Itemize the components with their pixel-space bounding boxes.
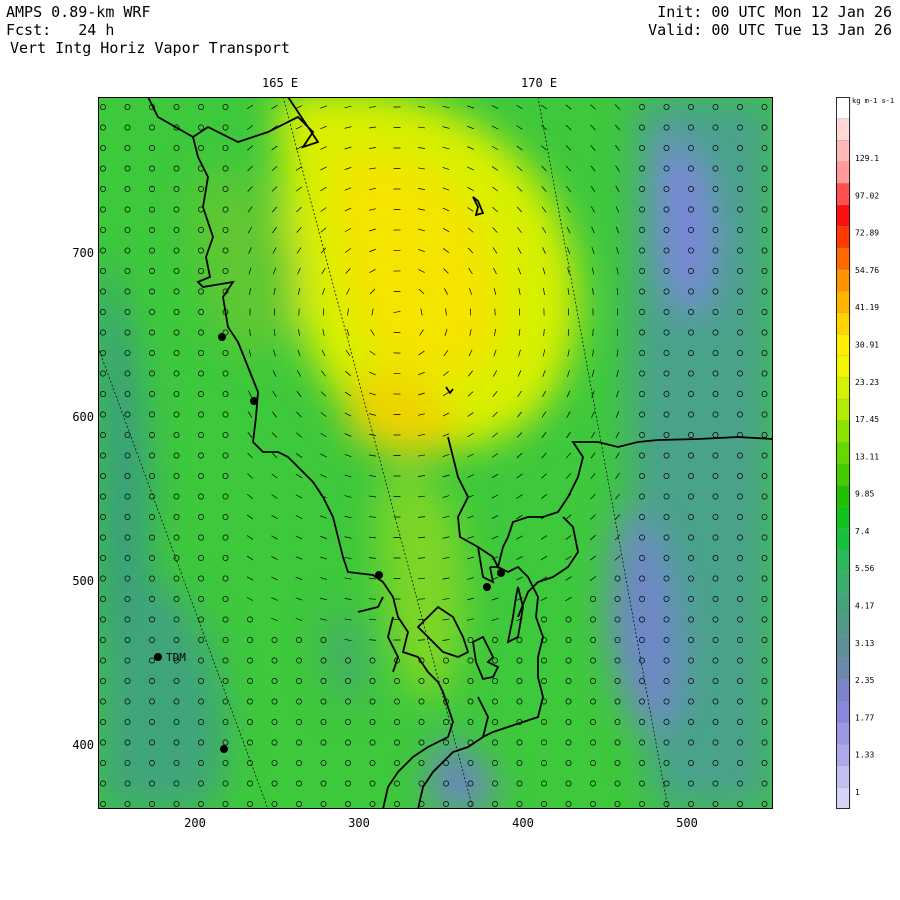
colorbar-swatch [836,614,851,638]
init-time: Init: 00 UTC Mon 12 Jan 26 [657,3,892,21]
colorbar-swatch [836,442,851,465]
colorbar-label: 13.11 [855,452,879,461]
colorbar-label: 1 [855,788,860,797]
colorbar-swatch [836,700,851,724]
vapor-transport-map: TDM [98,97,773,809]
colorbar-swatch [836,571,851,594]
station-marker [220,745,228,753]
colorbar-swatch [836,636,851,659]
x-tick-300: 300 [348,816,370,830]
header-right: Init: 00 UTC Mon 12 Jan 26 Valid: 00 UTC … [648,3,892,39]
lon-label-170e: 170 E [521,76,558,90]
colorbar-label: 3.13 [855,639,874,648]
colorbar-swatches [836,97,851,809]
colorbar-label: 41.19 [855,303,879,312]
y-tick-400: 400 [72,738,94,752]
valid-time: Valid: 00 UTC Tue 13 Jan 26 [648,21,892,39]
colorbar-swatch [836,161,851,184]
colorbar-swatch [836,485,851,508]
y-tick-600: 600 [72,410,94,424]
colorbar-swatch [836,765,851,789]
colorbar-swatch [836,722,851,745]
colorbar-swatch [836,140,851,163]
colorbar-swatch [836,204,851,228]
colorbar-label: 7.4 [855,527,870,536]
colorbar-label: 5.56 [855,564,874,573]
station-marker-tdm [154,653,162,661]
colorbar-label: 17.45 [855,415,879,424]
colorbar-swatch [836,226,851,249]
station-label-tdm: TDM [166,651,186,664]
colorbar-swatch [836,312,851,335]
colorbar-swatch [836,118,851,141]
y-tick-700: 700 [72,246,94,260]
colorbar-swatch [836,269,851,292]
colorbar-label: 2.35 [855,676,874,685]
colorbar-swatch [836,420,851,443]
colorbar-swatch [836,679,851,702]
colorbar-swatch [836,291,851,314]
colorbar: kg m-1 s-1 129.1 97.02 72.89 54.76 41.19 30.9… [836,97,894,809]
lon-label-165e: 165 E [262,76,299,90]
colorbar-label: 4.17 [855,602,874,611]
x-tick-400: 400 [512,816,534,830]
station-marker [218,333,226,341]
colorbar-label: 1.77 [855,713,874,722]
colorbar-swatch [836,398,851,422]
colorbar-swatch [836,377,851,400]
colorbar-swatch [836,506,851,530]
colorbar-label: 1.33 [855,751,874,760]
colorbar-label: 72.89 [855,229,879,238]
colorbar-swatch [836,97,851,120]
colorbar-swatch [836,744,851,767]
forecast-hour: Fcst: 24 h [6,21,115,39]
x-tick-500: 500 [676,816,698,830]
colorbar-label: 97.02 [855,191,879,200]
colorbar-swatch [836,183,851,206]
x-tick-200: 200 [184,816,206,830]
colorbar-swatch [836,528,851,551]
colorbar-units: kg m-1 s-1 [852,97,894,105]
colorbar-swatch [836,787,851,809]
colorbar-label: 30.91 [855,340,879,349]
colorbar-swatch [836,247,851,271]
colorbar-swatch [836,463,851,487]
station-marker [375,571,383,579]
station-marker [250,397,258,405]
colorbar-swatch [836,657,851,681]
colorbar-label: 23.23 [855,378,879,387]
colorbar-label: 129.1 [855,154,879,163]
station-marker [497,569,505,577]
colorbar-swatch [836,355,851,379]
colorbar-swatch [836,334,851,357]
colorbar-swatch [836,549,851,573]
station-marker [483,583,491,591]
colorbar-labels: 129.197.0272.8954.7641.1930.9123.2317.45… [855,154,879,797]
field-name: Vert Intg Horiz Vapor Transport [10,39,290,57]
header-left: AMPS 0.89-km WRF Fcst: 24 h Vert Intg Hori… [6,3,290,57]
colorbar-label: 54.76 [855,266,879,275]
colorbar-label: 9.85 [855,490,874,499]
colorbar-swatch [836,593,851,616]
model-title: AMPS 0.89-km WRF [6,3,151,21]
y-tick-500: 500 [72,574,94,588]
